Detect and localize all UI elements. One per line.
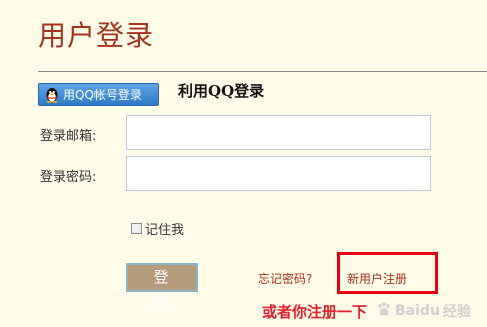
baidu-paw-icon — [376, 301, 392, 321]
qq-login-label: 用QQ帐号登录 — [63, 88, 142, 102]
title-divider — [38, 71, 487, 72]
watermark-brand: Baidu — [395, 303, 440, 319]
register-link[interactable]: 新用户注册 — [347, 270, 407, 287]
page-title: 用户登录 — [38, 19, 155, 52]
qq-penguin-icon — [45, 87, 59, 103]
forgot-password-link[interactable]: 忘记密码? — [258, 270, 312, 287]
baidu-watermark: Baidu 经验 — [376, 300, 471, 322]
email-label: 登录邮箱: — [40, 129, 97, 144]
remember-me-checkbox[interactable] — [131, 223, 142, 234]
watermark-suffix: 经验 — [442, 304, 471, 320]
remember-me-label[interactable]: 记住我 — [145, 219, 184, 238]
password-label: 登录密码: — [40, 170, 97, 185]
login-button[interactable]: 登录 — [126, 263, 198, 311]
qq-login-button[interactable]: 用QQ帐号登录 — [38, 83, 159, 106]
remember-me-row: 记住我 — [131, 219, 184, 238]
qq-login-heading: 利用QQ登录 — [178, 82, 265, 100]
password-field[interactable] — [126, 156, 431, 191]
email-field[interactable] — [126, 115, 431, 150]
annotation-text: 或者你注册一下 — [262, 303, 368, 321]
